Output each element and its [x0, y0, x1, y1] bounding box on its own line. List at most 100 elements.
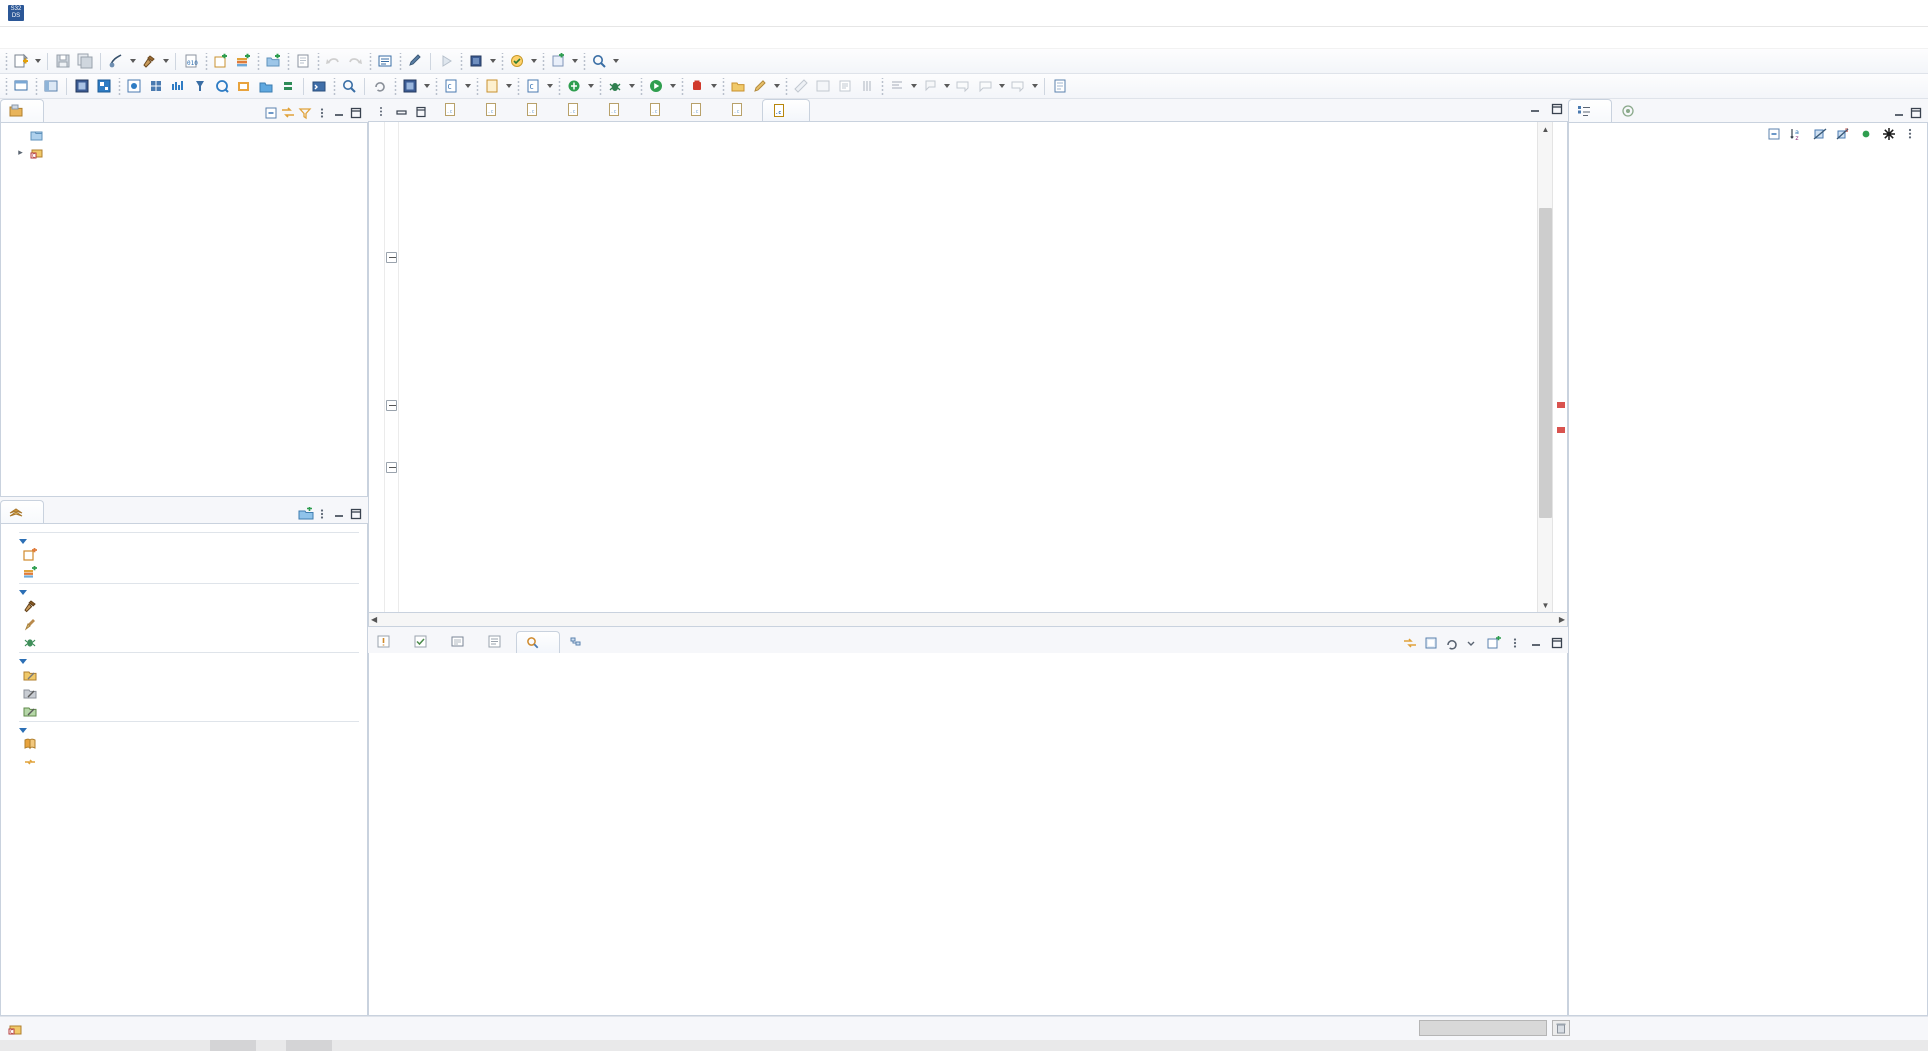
next-annotation-icon[interactable] [886, 75, 908, 97]
new-connection-dropdown-icon[interactable] [569, 50, 580, 72]
sdk-manager-icon[interactable] [255, 75, 277, 97]
trash-icon[interactable] [1552, 1020, 1570, 1036]
hide-fields-icon[interactable] [1813, 127, 1827, 141]
link-with-editor-icon[interactable] [281, 106, 295, 120]
filter-icon[interactable] [1882, 127, 1896, 141]
menu-config-tools[interactable] [118, 36, 134, 40]
dashboard-item-build[interactable] [23, 598, 367, 614]
next-annotation-dropdown-icon[interactable] [908, 75, 919, 97]
search-toolbar-icon[interactable] [588, 50, 610, 72]
tab-problems[interactable] [368, 631, 405, 653]
editor-tab-mcal-h[interactable]: .c [475, 99, 516, 121]
ruler-icon[interactable] [790, 75, 812, 97]
sort-az-icon[interactable]: az [1790, 127, 1804, 142]
dashboard-item-app-project[interactable] [23, 547, 367, 563]
project-explorer-body[interactable]: ▸ C [0, 122, 368, 497]
menu-refactor[interactable] [54, 36, 70, 40]
chevron-down-icon[interactable] [19, 539, 27, 544]
ide-extension-icon[interactable] [233, 75, 255, 97]
h-file-dropdown-icon[interactable] [503, 75, 514, 97]
code-text-area[interactable] [399, 122, 1537, 612]
last-edit-icon[interactable] [1007, 75, 1029, 97]
scrollbar-thumb[interactable] [1539, 208, 1552, 518]
scroll-right-arrow[interactable]: ▶ [1559, 615, 1565, 624]
editor-horizontal-scrollbar[interactable]: ◀ ▶ [368, 613, 1568, 627]
error-marker[interactable] [1557, 427, 1565, 433]
forward-nav-dropdown-icon[interactable] [996, 75, 1007, 97]
refresh-icon[interactable] [369, 75, 391, 97]
prev-annotation-dropdown-icon[interactable] [941, 75, 952, 97]
pencil-marker-icon[interactable] [404, 50, 426, 72]
edit-dropdown-icon[interactable] [771, 75, 782, 97]
new-c-project-icon[interactable] [210, 50, 232, 72]
editor-maximize-icon[interactable] [414, 105, 428, 119]
run-green-icon[interactable] [645, 75, 667, 97]
s32-debug-icon[interactable] [399, 75, 421, 97]
editor-tab-gpio-dio-ip-c[interactable]: .c [680, 99, 721, 121]
maximize-view-icon[interactable] [349, 507, 363, 521]
pin-editor-icon[interactable] [123, 75, 145, 97]
git-dropdown-icon[interactable] [585, 75, 596, 97]
forward-nav-icon[interactable] [974, 75, 996, 97]
editor-chevron-icon[interactable] [376, 105, 390, 119]
minimize-view-icon[interactable] [332, 106, 346, 120]
dashboard-item-quick-access[interactable] [23, 754, 367, 770]
pin-icon[interactable] [1424, 636, 1438, 650]
dashboard-item-build-settings[interactable] [23, 685, 367, 701]
c-file-dropdown-icon[interactable] [462, 75, 473, 97]
menu-project[interactable] [102, 36, 118, 40]
terminal-icon[interactable] [308, 75, 330, 97]
scroll-down-arrow[interactable]: ▼ [1538, 598, 1553, 612]
dashboard-section-build-debug[interactable] [19, 590, 367, 595]
tree-twisty[interactable]: ▸ [15, 147, 26, 158]
external-tools-icon[interactable] [506, 50, 528, 72]
view-menu-icon[interactable] [1905, 127, 1919, 141]
back-nav-icon[interactable] [952, 75, 974, 97]
view-menu-icon[interactable] [315, 507, 329, 521]
tab-build-targets[interactable] [1612, 99, 1649, 122]
link-tools-dropdown-icon[interactable] [127, 50, 138, 72]
outline-body[interactable]: az S [1568, 122, 1928, 1016]
undo-icon[interactable] [322, 50, 344, 72]
maximize-editor-icon[interactable] [1550, 102, 1564, 116]
menu-window[interactable] [150, 36, 166, 40]
dashboard-item-debug-settings[interactable] [23, 703, 367, 719]
minimize-view-icon[interactable] [1529, 636, 1543, 650]
editor-tab-port-cfg-c[interactable]: .c [557, 99, 598, 121]
save-icon[interactable] [52, 50, 74, 72]
new-file-icon[interactable] [10, 50, 32, 72]
redo-icon[interactable] [344, 50, 366, 72]
class-icon[interactable]: C [522, 75, 544, 97]
link-tools-icon[interactable] [105, 50, 127, 72]
clocks-icon[interactable] [167, 75, 189, 97]
menu-edit[interactable] [22, 36, 38, 40]
menu-search[interactable] [86, 36, 102, 40]
qs-icon[interactable] [211, 75, 233, 97]
debug-config-icon[interactable] [465, 50, 487, 72]
editor-tab-main-c[interactable]: .c [762, 99, 810, 121]
editor-vertical-scrollbar[interactable]: ▲ ▼ [1537, 122, 1552, 612]
dashboard-section-settings[interactable] [19, 659, 367, 664]
view-filter-icon[interactable] [298, 106, 312, 120]
dashboard-section-project-creation[interactable] [19, 539, 367, 544]
editor-tab-dio-ipw-c[interactable]: .c [639, 99, 680, 121]
debug-bug-icon[interactable] [604, 75, 626, 97]
fold-marker[interactable] [386, 252, 397, 263]
run-icon[interactable] [435, 50, 457, 72]
build-hammer-icon[interactable] [138, 50, 160, 72]
align-icon[interactable] [856, 75, 878, 97]
collapse-all-icon[interactable] [1767, 127, 1781, 141]
dcd-icon[interactable] [189, 75, 211, 97]
tab-console[interactable] [442, 631, 479, 653]
search-icon-2[interactable] [338, 75, 360, 97]
editor-tab-mcu-cfg-h[interactable]: .c [434, 99, 475, 121]
tab-call-hierarchy[interactable] [560, 631, 597, 653]
run-dropdown-icon[interactable] [667, 75, 678, 97]
pencil-edit-icon[interactable] [749, 75, 771, 97]
external-tools-dropdown-icon[interactable] [528, 50, 539, 72]
minimize-button[interactable] [1790, 0, 1836, 27]
editor-tab-schm-dio-h[interactable]: .c [721, 99, 762, 121]
toolbar-drag-handle-2[interactable] [3, 77, 9, 95]
editor-restore-icon[interactable] [395, 105, 409, 119]
view-menu-icon[interactable] [315, 106, 329, 120]
